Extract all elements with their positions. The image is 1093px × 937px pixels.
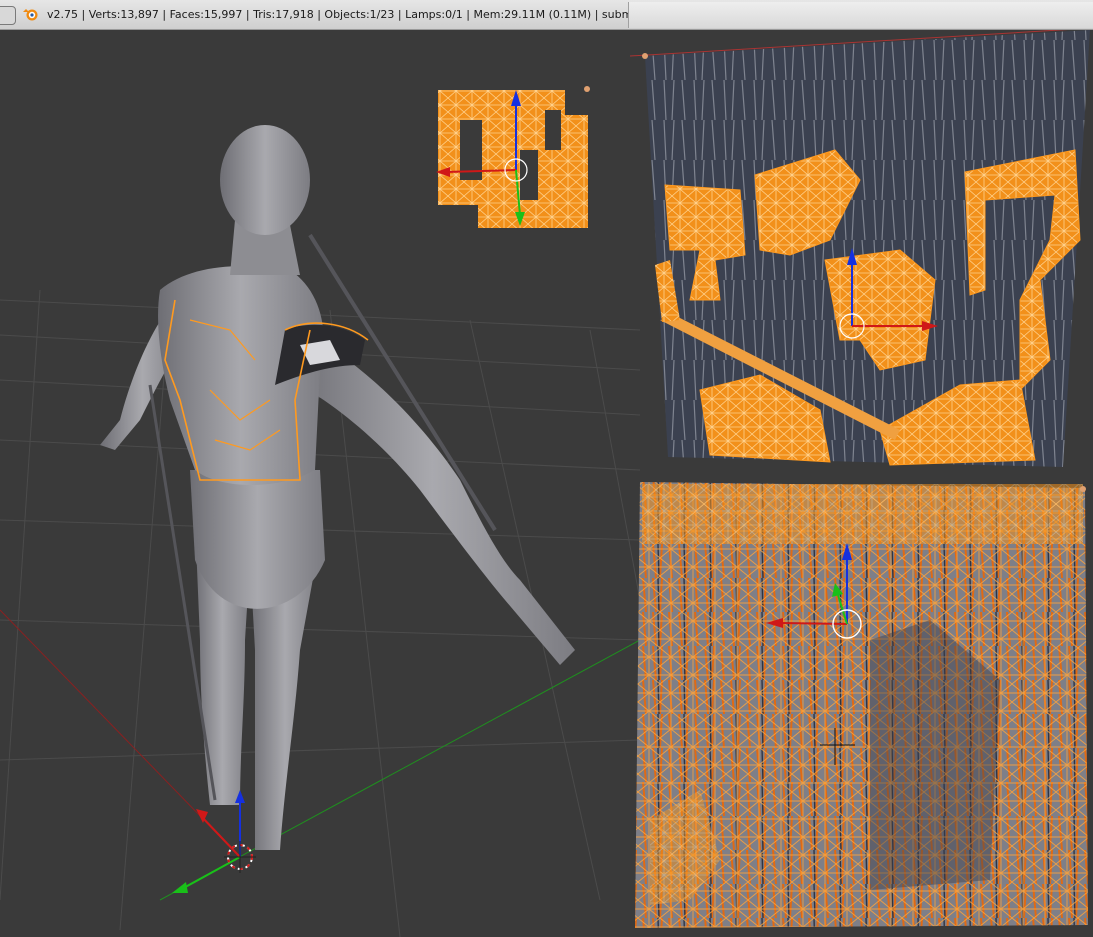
small-texture-plane[interactable] xyxy=(438,86,590,228)
header-right-area xyxy=(628,2,1093,28)
blender-logo-icon[interactable] xyxy=(22,6,40,22)
scene-statistics: v2.75 | Verts:13,897 | Faces:15,997 | Tr… xyxy=(47,8,629,21)
bottom-texture-plane[interactable] xyxy=(635,482,1088,928)
3d-viewport[interactable] xyxy=(0,30,1093,937)
editor-type-button[interactable] xyxy=(0,6,16,25)
info-header: v2.75 | Verts:13,897 | Faces:15,997 | Tr… xyxy=(0,0,1093,30)
right-texture-plane[interactable] xyxy=(629,30,1093,467)
